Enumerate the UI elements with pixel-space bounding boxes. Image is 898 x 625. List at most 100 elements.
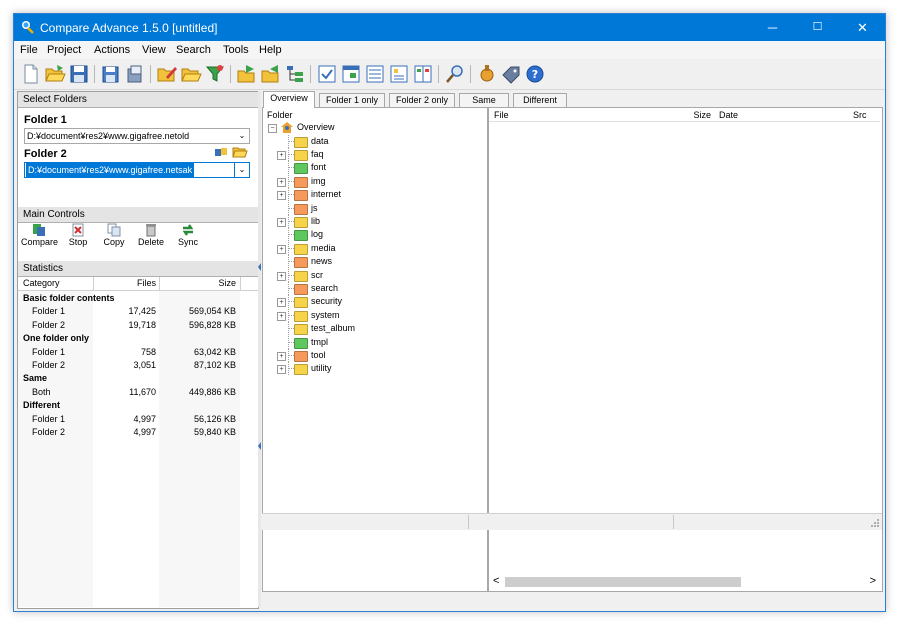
tree-item[interactable]: test_album bbox=[263, 322, 483, 336]
stats-row: Folder 2 3,051 87,102 KB bbox=[18, 359, 258, 372]
swap-folders-icon[interactable] bbox=[214, 146, 228, 158]
delete-button[interactable]: Delete bbox=[135, 223, 167, 255]
col-size[interactable]: Size bbox=[689, 110, 711, 120]
expand-icon[interactable]: + bbox=[277, 177, 286, 187]
chevron-down-icon[interactable]: ⌄ bbox=[234, 163, 249, 177]
expand-icon[interactable]: + bbox=[277, 191, 286, 201]
columns-icon[interactable] bbox=[412, 63, 434, 85]
tools-icon[interactable] bbox=[476, 63, 498, 85]
tree-item[interactable]: data bbox=[263, 134, 483, 148]
tree-item-label: data bbox=[311, 135, 329, 146]
menu-file[interactable]: File bbox=[20, 44, 38, 56]
tab-different[interactable]: Different bbox=[513, 93, 567, 107]
title-bar[interactable]: Compare Advance 1.5.0 [untitled] ─ ☐ ✕ bbox=[14, 14, 885, 41]
load-icon[interactable] bbox=[124, 63, 146, 85]
copy-button[interactable]: Copy bbox=[100, 223, 128, 255]
expand-icon[interactable]: + bbox=[277, 150, 286, 160]
folder2-combo[interactable]: D:¥document¥res2¥www.gigafree.netsak ⌄ bbox=[24, 162, 250, 178]
tab-overview[interactable]: Overview bbox=[263, 91, 315, 108]
overview-icon bbox=[281, 122, 293, 133]
scroll-left-icon[interactable]: < bbox=[493, 575, 499, 587]
copy-left-icon[interactable] bbox=[236, 63, 258, 85]
col-files[interactable]: Files bbox=[94, 278, 156, 288]
open-icon[interactable] bbox=[44, 63, 66, 85]
minimize-button[interactable]: ─ bbox=[750, 14, 795, 41]
splitter-arrow-icon[interactable] bbox=[258, 263, 261, 271]
tab-folder2-only[interactable]: Folder 2 only bbox=[389, 93, 455, 107]
chevron-down-icon[interactable]: ⌄ bbox=[235, 129, 249, 143]
tag-icon[interactable] bbox=[500, 63, 522, 85]
tree-item[interactable]: + scr bbox=[263, 268, 483, 282]
expand-icon[interactable]: + bbox=[277, 311, 286, 321]
tree-item[interactable]: tmpl bbox=[263, 335, 483, 349]
detail-icon[interactable] bbox=[388, 63, 410, 85]
menu-actions[interactable]: Actions bbox=[94, 44, 130, 56]
stats-group-row: Same bbox=[18, 372, 258, 385]
expand-icon[interactable]: + bbox=[277, 298, 286, 308]
folder-icon bbox=[294, 270, 308, 282]
stop-button[interactable]: Stop bbox=[64, 223, 92, 255]
horizontal-scrollbar[interactable]: < > bbox=[489, 574, 880, 590]
compare-button[interactable]: Compare bbox=[21, 223, 58, 255]
expand-icon[interactable]: + bbox=[277, 217, 286, 227]
tree-item[interactable]: + media bbox=[263, 241, 483, 255]
scroll-thumb[interactable] bbox=[505, 577, 741, 587]
expand-icon[interactable]: + bbox=[277, 365, 286, 375]
window-icon[interactable] bbox=[340, 63, 362, 85]
tree-item-label: scr bbox=[311, 269, 323, 280]
expand-icon[interactable]: + bbox=[277, 351, 286, 361]
open-folder-icon[interactable] bbox=[180, 63, 202, 85]
check-icon[interactable] bbox=[316, 63, 338, 85]
save-icon[interactable] bbox=[68, 63, 90, 85]
menu-project[interactable]: Project bbox=[47, 44, 81, 56]
stats-group-row: Basic folder contents bbox=[18, 292, 258, 305]
sync-button[interactable]: Sync bbox=[174, 223, 202, 255]
browse-folder-icon[interactable] bbox=[232, 145, 248, 158]
tab-same[interactable]: Same bbox=[459, 93, 509, 107]
expand-icon[interactable]: + bbox=[277, 271, 286, 281]
menu-help[interactable]: Help bbox=[259, 44, 282, 56]
tree-item[interactable]: + faq bbox=[263, 147, 483, 161]
tree-item[interactable]: + lib bbox=[263, 214, 483, 228]
tree-item[interactable]: + internet bbox=[263, 188, 483, 202]
tree-item[interactable]: js bbox=[263, 201, 483, 215]
col-src[interactable]: Src bbox=[853, 110, 867, 120]
menu-view[interactable]: View bbox=[142, 44, 166, 56]
tree-item[interactable]: search bbox=[263, 281, 483, 295]
col-size[interactable]: Size bbox=[160, 278, 236, 288]
tree-item[interactable]: log bbox=[263, 228, 483, 242]
col-file[interactable]: File bbox=[494, 110, 509, 120]
scroll-right-icon[interactable]: > bbox=[870, 575, 876, 587]
folder2-value[interactable]: D:¥document¥res2¥www.gigafree.netsak bbox=[26, 163, 195, 177]
tree-item[interactable]: + img bbox=[263, 174, 483, 188]
resize-grip-icon[interactable] bbox=[870, 518, 880, 528]
tree-item[interactable]: font bbox=[263, 161, 483, 175]
close-button[interactable]: ✕ bbox=[840, 14, 885, 41]
list-icon[interactable] bbox=[364, 63, 386, 85]
splitter-arrow-icon[interactable] bbox=[258, 442, 261, 450]
copy-right-icon[interactable] bbox=[260, 63, 282, 85]
tab-folder1-only[interactable]: Folder 1 only bbox=[319, 93, 385, 107]
panel-splitter[interactable] bbox=[258, 91, 261, 607]
expand-icon[interactable]: + bbox=[277, 244, 286, 254]
menu-search[interactable]: Search bbox=[176, 44, 211, 56]
edit-project-icon[interactable] bbox=[156, 63, 178, 85]
help-icon[interactable]: ? bbox=[524, 63, 546, 85]
search-icon[interactable] bbox=[444, 63, 466, 85]
maximize-button[interactable]: ☐ bbox=[795, 14, 840, 41]
tree-item[interactable]: + tool bbox=[263, 348, 483, 362]
filter-icon[interactable] bbox=[204, 63, 226, 85]
col-category[interactable]: Category bbox=[23, 278, 60, 288]
tree-item[interactable]: + security bbox=[263, 295, 483, 309]
tree-item[interactable]: + system bbox=[263, 308, 483, 322]
tree-item[interactable]: + utility bbox=[263, 362, 483, 376]
collapse-icon[interactable]: − bbox=[268, 124, 277, 133]
folder1-combo[interactable]: D:¥document¥res2¥www.gigafree.netold ⌄ bbox=[24, 128, 250, 144]
col-date[interactable]: Date bbox=[719, 110, 738, 120]
tree-item[interactable]: news bbox=[263, 255, 483, 269]
new-icon[interactable] bbox=[20, 63, 42, 85]
app-icon bbox=[22, 21, 34, 34]
save-as-icon[interactable] bbox=[100, 63, 122, 85]
tree-icon[interactable] bbox=[284, 63, 306, 85]
menu-tools[interactable]: Tools bbox=[223, 44, 249, 56]
